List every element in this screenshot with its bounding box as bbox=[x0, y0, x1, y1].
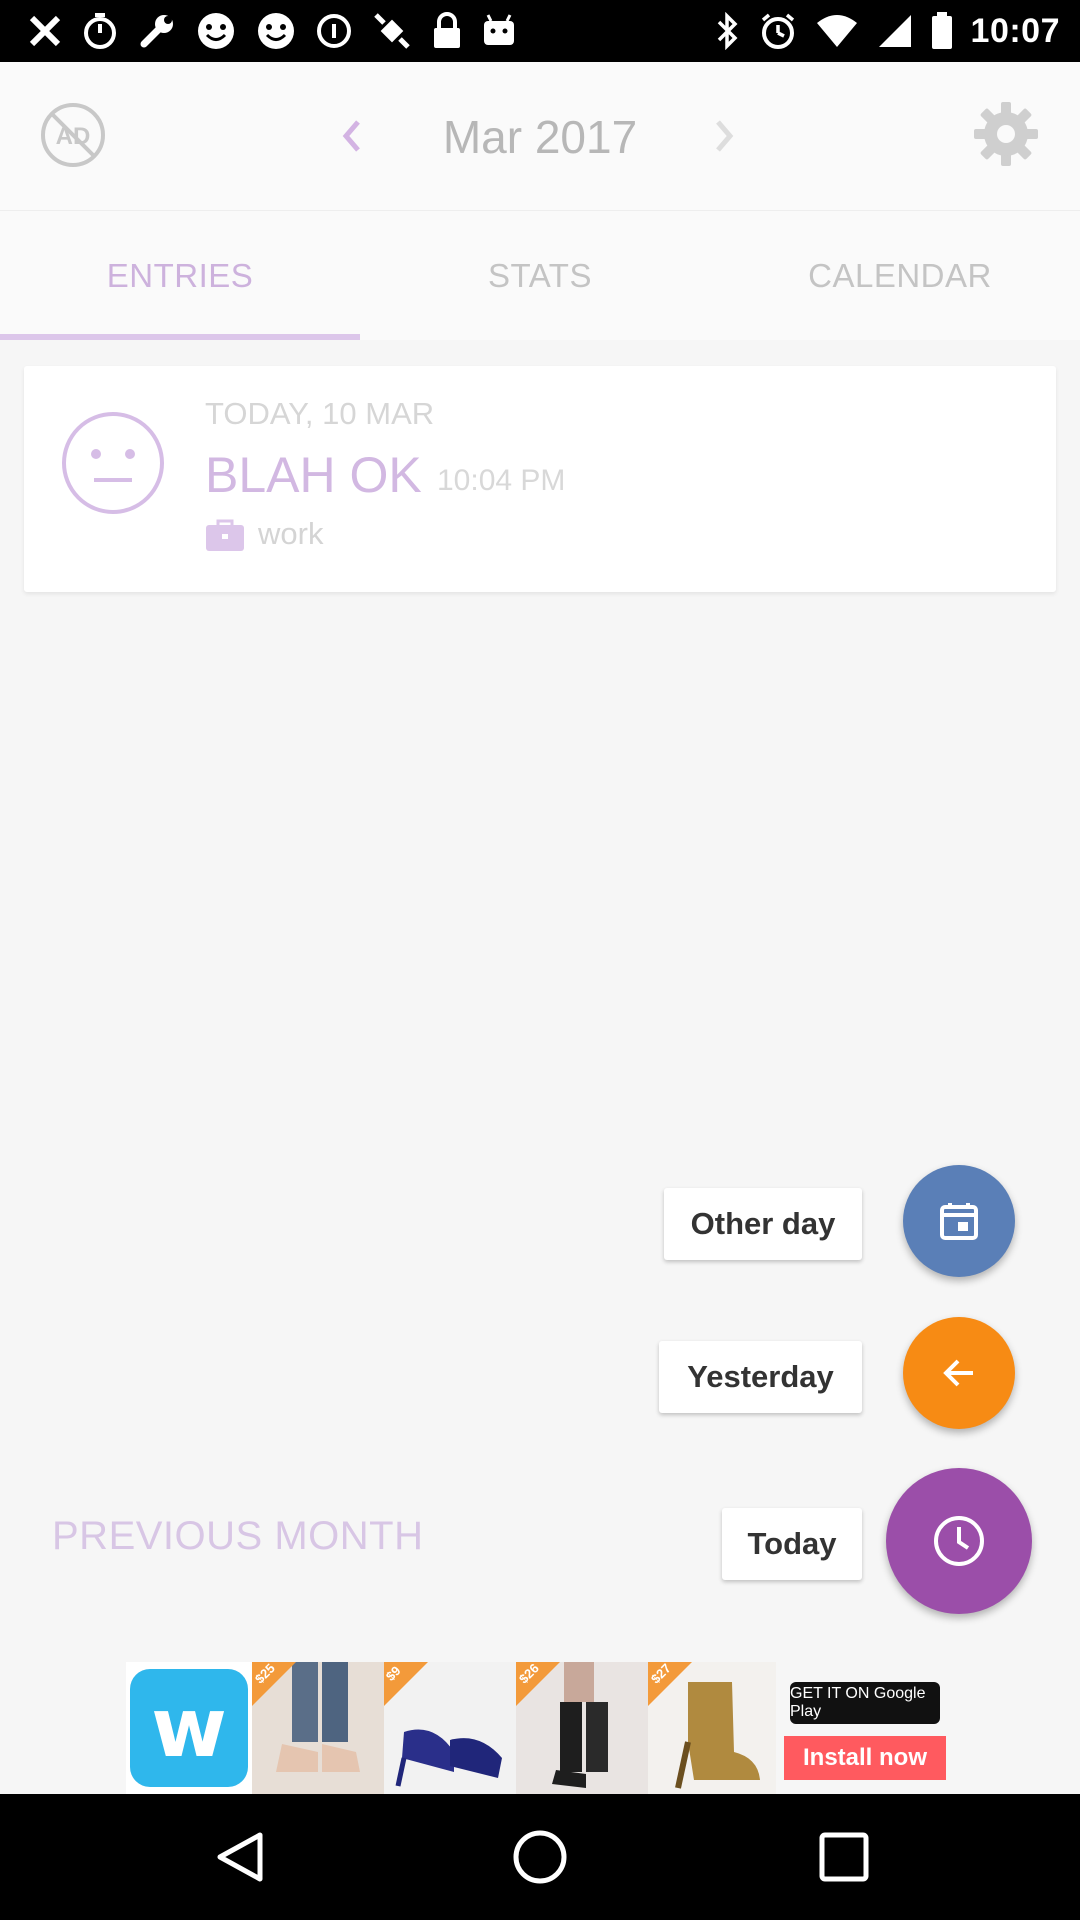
smiley-icon bbox=[198, 13, 234, 49]
status-bar: 10:07 bbox=[0, 0, 1080, 62]
today-button[interactable] bbox=[886, 1468, 1032, 1614]
calendar-icon bbox=[940, 1203, 978, 1240]
yesterday-label[interactable]: Yesterday bbox=[659, 1341, 862, 1413]
alarm-icon bbox=[761, 13, 794, 49]
entry-tag: work bbox=[258, 516, 324, 551]
tab-stats[interactable]: STATS bbox=[360, 211, 720, 341]
home-icon[interactable] bbox=[510, 1827, 570, 1887]
ad-product-image: $9 bbox=[383, 1662, 516, 1794]
signal-icon bbox=[878, 15, 911, 47]
info-icon bbox=[317, 14, 351, 48]
next-month-arrow-icon[interactable] bbox=[712, 118, 736, 154]
entry-date: TODAY, 10 MAR bbox=[205, 396, 435, 431]
navigation-bar bbox=[0, 1794, 1080, 1920]
month-title: Mar 2017 bbox=[442, 111, 638, 163]
tab-indicator bbox=[0, 334, 360, 340]
back-icon[interactable] bbox=[210, 1827, 270, 1887]
other-day-label[interactable]: Other day bbox=[664, 1188, 862, 1260]
tab-calendar[interactable]: CALENDAR bbox=[720, 211, 1080, 341]
arrow-left-icon bbox=[943, 1359, 973, 1387]
ad-cta[interactable]: GET IT ON Google Play Install now bbox=[776, 1662, 954, 1794]
today-label[interactable]: Today bbox=[722, 1508, 862, 1580]
clock-icon bbox=[934, 1516, 984, 1566]
briefcase-icon bbox=[206, 519, 244, 551]
other-day-button[interactable] bbox=[903, 1165, 1015, 1277]
close-icon bbox=[29, 15, 61, 47]
wrench-icon bbox=[140, 15, 173, 48]
gear-icon[interactable] bbox=[972, 100, 1040, 168]
fake-gps-icon bbox=[374, 13, 410, 49]
entry-time: 10:04 PM bbox=[437, 464, 566, 497]
entry-card[interactable]: TODAY, 10 MAR BLAH OK 10:04 PM work bbox=[24, 366, 1056, 592]
ad-product-image: $26 bbox=[516, 1662, 648, 1794]
recents-icon[interactable] bbox=[814, 1827, 874, 1887]
wish-logo: w bbox=[126, 1662, 252, 1794]
neutral-face-icon bbox=[62, 412, 164, 514]
battery-icon bbox=[931, 12, 952, 49]
smiley-icon bbox=[258, 13, 294, 49]
google-play-badge[interactable]: GET IT ON Google Play bbox=[790, 1682, 940, 1724]
ad-banner[interactable]: w $25 $9 $26 $27 GET IT ON Google Play I… bbox=[126, 1662, 954, 1794]
ad-product-image: $27 bbox=[648, 1662, 776, 1794]
app-bar: AD Mar 2017 bbox=[0, 62, 1080, 210]
tab-entries[interactable]: ENTRIES bbox=[0, 211, 360, 341]
android-icon bbox=[484, 14, 514, 45]
bluetooth-icon bbox=[717, 12, 738, 50]
lock-icon bbox=[434, 12, 460, 48]
ad-product-image: $25 bbox=[252, 1662, 384, 1794]
wifi-icon bbox=[816, 15, 857, 47]
previous-month-button[interactable]: PREVIOUS MONTH bbox=[52, 1514, 423, 1559]
entry-mood: BLAH OK bbox=[205, 447, 422, 503]
install-now-button[interactable]: Install now bbox=[784, 1736, 946, 1780]
tab-bar: ENTRIES STATS CALENDAR bbox=[0, 210, 1080, 340]
status-clock: 10:07 bbox=[970, 11, 1060, 50]
yesterday-button[interactable] bbox=[903, 1317, 1015, 1429]
timer-icon bbox=[84, 13, 116, 49]
